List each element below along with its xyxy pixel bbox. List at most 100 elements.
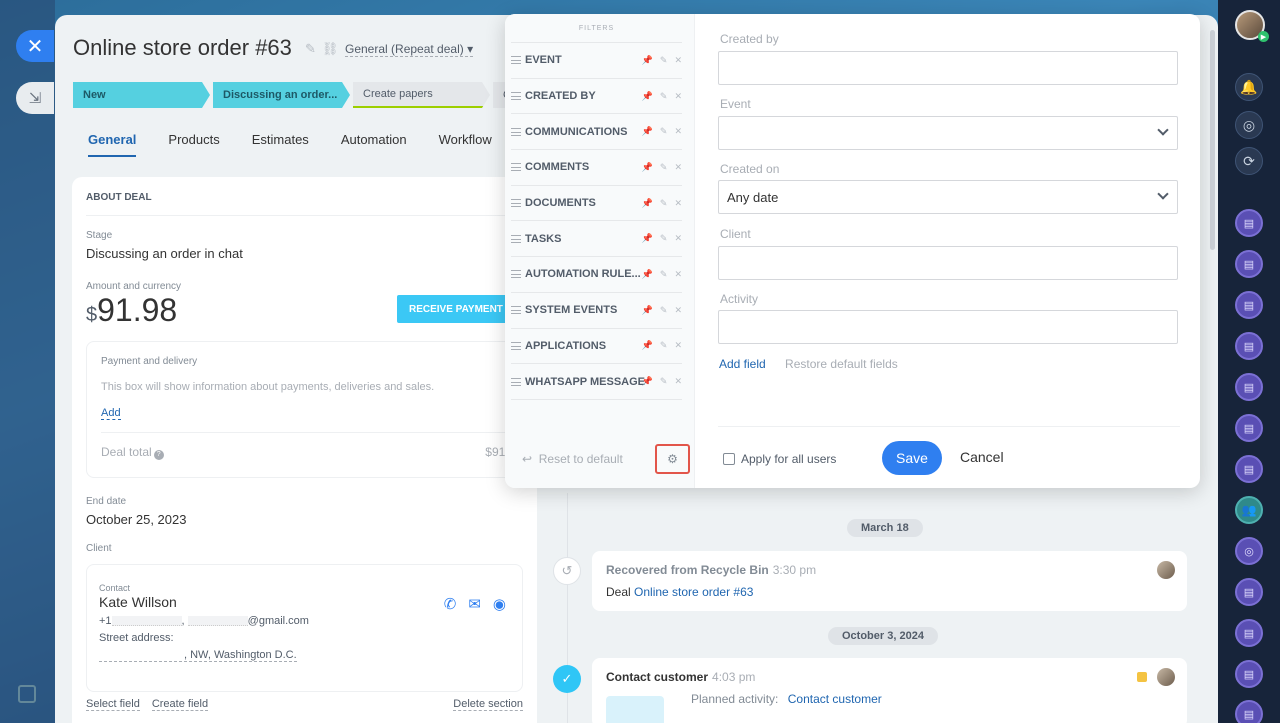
app-icon[interactable]: ▤ xyxy=(1235,660,1263,688)
tab-automation[interactable]: Automation xyxy=(341,132,407,157)
pin-icon[interactable]: 📌 xyxy=(642,162,653,173)
remove-icon[interactable]: ✕ xyxy=(674,91,682,102)
edit-icon[interactable]: ✎ xyxy=(660,376,668,387)
filter-item[interactable]: CREATED BY 📌 ✎ ✕ xyxy=(511,79,682,115)
remove-icon[interactable]: ✕ xyxy=(674,126,682,137)
remove-icon[interactable]: ✕ xyxy=(674,269,682,280)
app-icon[interactable]: ▤ xyxy=(1235,291,1263,319)
pin-icon[interactable]: 📌 xyxy=(642,91,653,102)
collapse-icon[interactable]: ⇲ xyxy=(16,82,54,114)
tab-workflow[interactable]: Workflow xyxy=(439,132,492,157)
create-field-link[interactable]: Create field xyxy=(151,698,209,711)
edit-icon[interactable]: ✎ xyxy=(660,55,668,66)
drag-handle-icon[interactable] xyxy=(511,306,521,315)
edit-icon[interactable]: ✎ xyxy=(660,233,668,244)
drag-handle-icon[interactable] xyxy=(511,234,521,243)
reset-to-default-button[interactable]: ↩ Reset to default xyxy=(522,452,623,466)
stage-discussing[interactable]: Discussing an order... xyxy=(213,82,350,108)
deal-link[interactable]: Online store order #63 xyxy=(634,585,753,599)
add-payment-link[interactable]: Add xyxy=(101,407,121,420)
add-field-link[interactable]: Add field xyxy=(719,357,766,371)
mail-icon[interactable]: ✉ xyxy=(468,595,481,613)
contacts-icon[interactable]: 👥 xyxy=(1235,496,1263,524)
apply-all-users[interactable]: Apply for all users xyxy=(723,452,836,466)
activity-link[interactable]: Contact customer xyxy=(788,692,882,706)
tab-products[interactable]: Products xyxy=(168,132,219,157)
close-icon[interactable]: ✕ xyxy=(16,30,54,62)
drag-handle-icon[interactable] xyxy=(511,270,521,279)
app-icon[interactable]: ▤ xyxy=(1235,209,1263,237)
cancel-button[interactable]: Cancel xyxy=(960,449,1004,465)
pin-icon[interactable]: 📌 xyxy=(642,233,653,244)
check-icon[interactable]: ✓ xyxy=(553,665,581,693)
app-icon[interactable]: ▤ xyxy=(1235,373,1263,401)
pin-icon[interactable]: 📌 xyxy=(642,198,653,209)
pin-icon[interactable]: 📌 xyxy=(642,126,653,137)
drag-handle-icon[interactable] xyxy=(511,127,521,136)
remove-icon[interactable]: ✕ xyxy=(674,340,682,351)
save-button[interactable]: Save xyxy=(882,441,942,475)
app-icon[interactable]: ▤ xyxy=(1235,250,1263,278)
pipeline-selector[interactable]: General (Repeat deal) ▾ xyxy=(345,42,474,57)
stage-value[interactable]: Discussing an order in chat xyxy=(86,246,523,261)
edit-icon[interactable]: ✎ xyxy=(660,269,668,280)
remove-icon[interactable]: ✕ xyxy=(674,198,682,209)
pin-icon[interactable]: 📌 xyxy=(642,269,653,280)
edit-icon[interactable]: ✎ xyxy=(660,340,668,351)
created-by-input[interactable] xyxy=(718,51,1178,85)
app-icon[interactable]: ▤ xyxy=(1235,332,1263,360)
drag-handle-icon[interactable] xyxy=(511,341,521,350)
street-value[interactable]: , NW, Washington D.C. xyxy=(99,649,297,662)
filter-item[interactable]: APPLICATIONS 📌 ✎ ✕ xyxy=(511,329,682,365)
end-date-value[interactable]: October 25, 2023 xyxy=(86,512,523,527)
drag-handle-icon[interactable] xyxy=(511,92,521,101)
filter-item[interactable]: WHATSAPP MESSAGE 📌 ✎ ✕ xyxy=(511,364,682,400)
pin-icon[interactable]: 📌 xyxy=(642,305,653,316)
filter-item[interactable]: SYSTEM EVENTS 📌 ✎ ✕ xyxy=(511,293,682,329)
edit-icon[interactable]: ✎ xyxy=(660,305,668,316)
remove-icon[interactable]: ✕ xyxy=(674,376,682,387)
filter-item[interactable]: EVENT 📌 ✎ ✕ xyxy=(511,43,682,79)
gear-icon[interactable]: ⚙ xyxy=(655,444,690,474)
help-icon[interactable]: ? xyxy=(153,450,164,460)
edit-link-icons[interactable]: ✎⛓ xyxy=(305,41,344,57)
remove-icon[interactable]: ✕ xyxy=(674,305,682,316)
app-icon[interactable]: ▤ xyxy=(1235,455,1263,483)
drag-handle-icon[interactable] xyxy=(511,377,521,386)
phone-icon[interactable]: ✆ xyxy=(444,595,457,613)
restore-default-fields-link[interactable]: Restore default fields xyxy=(785,357,898,371)
filter-item[interactable]: AUTOMATION RULE... 📌 ✎ ✕ xyxy=(511,257,682,293)
edit-icon[interactable]: ✎ xyxy=(660,198,668,209)
delete-section-link[interactable]: Delete section xyxy=(453,698,523,711)
edit-icon[interactable]: ✎ xyxy=(660,91,668,102)
created-on-select[interactable]: Any date xyxy=(718,180,1178,214)
stage-new[interactable]: New xyxy=(73,82,210,108)
client-input[interactable] xyxy=(718,246,1178,280)
pin-icon[interactable]: 📌 xyxy=(642,340,653,351)
activity-input[interactable] xyxy=(718,310,1178,344)
edit-icon[interactable]: ✎ xyxy=(660,162,668,173)
tab-estimates[interactable]: Estimates xyxy=(252,132,309,157)
app-icon[interactable]: ▤ xyxy=(1235,414,1263,442)
app-icon[interactable]: ▤ xyxy=(1235,619,1263,647)
drag-handle-icon[interactable] xyxy=(511,163,521,172)
filter-item[interactable]: COMMUNICATIONS 📌 ✎ ✕ xyxy=(511,114,682,151)
copilot-icon[interactable]: ◎ xyxy=(1235,111,1263,139)
select-field-link[interactable]: Select field xyxy=(86,698,140,711)
scrollbar[interactable] xyxy=(1210,30,1215,250)
remove-icon[interactable]: ✕ xyxy=(674,55,682,66)
remove-icon[interactable]: ✕ xyxy=(674,233,682,244)
apply-all-checkbox[interactable] xyxy=(723,453,735,465)
remove-icon[interactable]: ✕ xyxy=(674,162,682,173)
bell-icon[interactable]: 🔔 xyxy=(1235,73,1263,101)
chat-icon[interactable]: ◉ xyxy=(493,595,506,613)
event-select[interactable] xyxy=(718,116,1178,150)
drag-handle-icon[interactable] xyxy=(511,199,521,208)
filter-item[interactable]: COMMENTS 📌 ✎ ✕ xyxy=(511,150,682,186)
pin-icon[interactable]: 📌 xyxy=(642,55,653,66)
target-icon[interactable]: ◎ xyxy=(1235,537,1263,565)
app-icon[interactable]: ▤ xyxy=(1235,578,1263,606)
tab-general[interactable]: General xyxy=(88,132,137,157)
drag-handle-icon[interactable] xyxy=(511,56,521,65)
stage-create-papers[interactable]: Create papers xyxy=(353,82,490,108)
